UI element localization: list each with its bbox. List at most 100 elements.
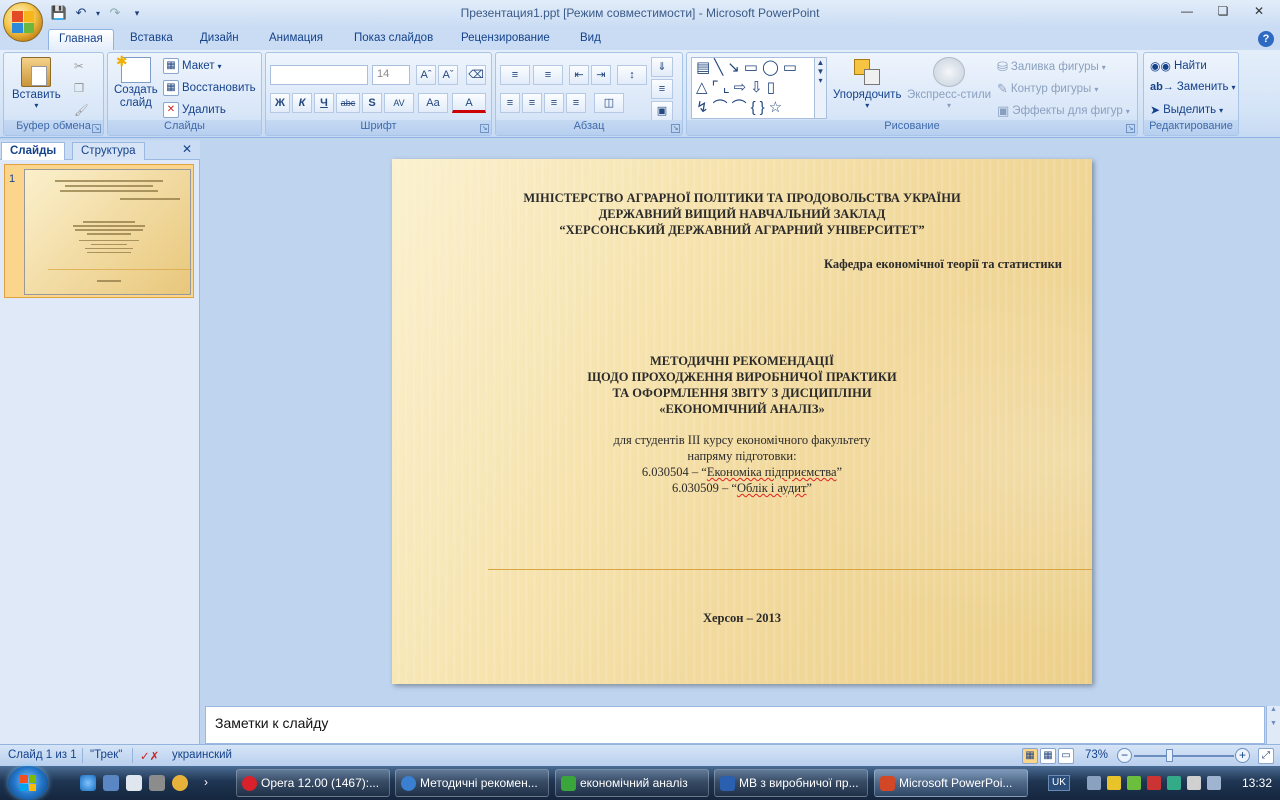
slide-canvas[interactable]: МІНІСТЕРСТВО АГРАРНОЇ ПОЛІТИКИ ТА ПРОДОВ… (392, 159, 1092, 684)
clear-format-icon[interactable]: ⌫ (466, 65, 486, 85)
quick-styles-button[interactable]: Экспресс-стили ▾ (907, 57, 991, 110)
tray-volume-icon[interactable] (1187, 776, 1201, 790)
increase-indent-icon[interactable]: ⇥ (591, 65, 611, 85)
font-color-button[interactable]: A (452, 93, 486, 113)
underline-button[interactable]: Ч (314, 93, 334, 113)
shape-fill-button[interactable]: ⛁ Заливка фигуры ▾ (997, 59, 1106, 75)
format-painter-icon[interactable]: 🖌 (74, 103, 89, 117)
replace-button[interactable]: ab→ Заменить ▾ (1150, 81, 1236, 93)
zoom-level[interactable]: 73% (1085, 749, 1108, 761)
fit-to-window-icon[interactable]: ⤢ (1258, 748, 1274, 764)
language-indicator[interactable]: UK (1048, 775, 1070, 791)
app-quicklaunch-icon[interactable] (172, 775, 188, 791)
taskbar-excel[interactable]: економічний аналіз (555, 769, 709, 797)
justify-icon[interactable]: ≡ (566, 93, 586, 113)
normal-view-icon[interactable]: ▦ (1022, 748, 1038, 764)
shadow-button[interactable]: S (362, 93, 382, 113)
font-size-box[interactable]: 14 (372, 65, 410, 85)
slide-thumbnail-item[interactable]: 1 (4, 164, 194, 298)
start-button[interactable] (8, 766, 48, 800)
zoom-out-button[interactable]: − (1117, 748, 1132, 763)
tray-alert-icon[interactable] (1147, 776, 1161, 790)
taskbar-powerpoint[interactable]: Microsoft PowerPoi... (874, 769, 1028, 797)
align-center-icon[interactable]: ≡ (522, 93, 542, 113)
grow-font-icon[interactable]: Aˆ (416, 65, 436, 85)
reset-button[interactable]: ▦ Восстановить (163, 80, 256, 96)
find-button[interactable]: ◉◉ Найти (1150, 59, 1207, 73)
new-slide-button[interactable]: ✱ Создать слайд (114, 53, 158, 109)
tab-view[interactable]: Вид (570, 29, 611, 50)
tab-slides[interactable]: Слайды (1, 142, 66, 160)
tab-review[interactable]: Рецензирование (451, 29, 560, 50)
bullets-icon[interactable]: ≡ (500, 65, 530, 85)
columns-icon[interactable]: ◫ (594, 93, 624, 113)
layout-button[interactable]: ▦ Макет ▾ (163, 58, 222, 74)
zoom-slider[interactable] (1134, 755, 1234, 757)
decrease-indent-icon[interactable]: ⇤ (569, 65, 589, 85)
slide-footer[interactable]: Херсон – 2013 (392, 610, 1092, 626)
more-quicklaunch-icon[interactable]: › (204, 775, 220, 791)
smartart-icon[interactable]: ▣ (651, 101, 673, 121)
tray-display-icon[interactable] (1207, 776, 1221, 790)
tab-design[interactable]: Дизайн (190, 29, 249, 50)
internet-explorer-icon[interactable] (80, 775, 96, 791)
bold-button[interactable]: Ж (270, 93, 290, 113)
spellcheck-icon[interactable]: ✓✗ (140, 749, 159, 763)
delete-slide-button[interactable]: ✕ Удалить (163, 102, 226, 118)
tray-app-icon[interactable] (1167, 776, 1181, 790)
media-icon[interactable] (149, 775, 165, 791)
zoom-in-button[interactable]: + (1235, 748, 1250, 763)
maximize-button[interactable]: ❏ (1206, 2, 1240, 20)
select-button[interactable]: ➤ Выделить ▾ (1150, 103, 1223, 117)
shapes-gallery[interactable]: ▤╲↘▭◯▭ △⌜⌞⇨⇩▯ ↯⌒⌒{}☆ (691, 57, 819, 119)
font-launcher-icon[interactable]: ↘ (480, 124, 489, 133)
slide-title[interactable]: МЕТОДИЧНІ РЕКОМЕНДАЦІЇ ЩОДО ПРОХОДЖЕННЯ … (392, 353, 1092, 417)
vertical-scrollbar[interactable]: ▲ ▼ (1266, 706, 1280, 744)
align-right-icon[interactable]: ≡ (544, 93, 564, 113)
char-spacing-button[interactable]: AV (384, 93, 414, 113)
office-button[interactable] (3, 2, 43, 42)
tab-home[interactable]: Главная (48, 29, 114, 50)
line-spacing-icon[interactable]: ↕ (617, 65, 647, 85)
italic-button[interactable]: К (292, 93, 312, 113)
font-name-box[interactable] (270, 65, 368, 85)
slide-header[interactable]: МІНІСТЕРСТВО АГРАРНОЇ ПОЛІТИКИ ТА ПРОДОВ… (392, 190, 1092, 238)
paragraph-launcher-icon[interactable]: ↘ (671, 124, 680, 133)
shrink-font-icon[interactable]: Aˇ (438, 65, 458, 85)
close-button[interactable]: ✕ (1242, 2, 1276, 20)
change-case-button[interactable]: Aa (418, 93, 448, 113)
shapes-scroll[interactable]: ▲ ▼ ▾ (814, 57, 827, 119)
clipboard-launcher-icon[interactable]: ↘ (92, 124, 101, 133)
taskbar-browser[interactable]: Методичні рекомен... (395, 769, 549, 797)
taskbar-word[interactable]: МВ з виробничої пр... (714, 769, 868, 797)
arrange-button[interactable]: Упорядочить ▾ (833, 57, 901, 110)
explorer-icon[interactable] (126, 775, 142, 791)
slide-subtitle[interactable]: для студентів ІІІ курсу економічного фак… (392, 432, 1092, 496)
shape-effects-button[interactable]: ▣ Эффекты для фигур ▾ (997, 103, 1130, 119)
slideshow-view-icon[interactable]: ▭ (1058, 748, 1074, 764)
numbering-icon[interactable]: ≡ (533, 65, 563, 85)
text-direction-icon[interactable]: ⇓ (651, 57, 673, 77)
align-left-icon[interactable]: ≡ (500, 93, 520, 113)
shape-outline-button[interactable]: ✎ Контур фигуры ▾ (997, 81, 1098, 97)
tray-network-icon[interactable] (1087, 776, 1101, 790)
drawing-launcher-icon[interactable]: ↘ (1126, 124, 1135, 133)
tray-android-icon[interactable] (1127, 776, 1141, 790)
tab-animation[interactable]: Анимация (259, 29, 333, 50)
show-desktop-icon[interactable] (103, 775, 119, 791)
slide-department[interactable]: Кафедра економічної теорії та статистики (824, 256, 1062, 272)
help-icon[interactable]: ? (1258, 31, 1274, 47)
tray-shield-icon[interactable] (1107, 776, 1121, 790)
clock[interactable]: 13:32 (1242, 776, 1272, 790)
taskbar-opera[interactable]: Opera 12.00 (1467):... (236, 769, 390, 797)
tab-outline[interactable]: Структура (72, 142, 145, 160)
paste-button[interactable]: Вставить ▾ (12, 57, 61, 110)
align-text-icon[interactable]: ≡ (651, 79, 673, 99)
strikethrough-button[interactable]: abc (336, 93, 360, 113)
notes-pane[interactable]: Заметки к слайду (205, 706, 1265, 744)
zoom-slider-thumb[interactable] (1166, 749, 1173, 762)
tab-slideshow[interactable]: Показ слайдов (344, 29, 443, 50)
minimize-button[interactable]: — (1170, 2, 1204, 20)
tab-insert[interactable]: Вставка (120, 29, 183, 50)
status-language[interactable]: украинский (172, 749, 232, 761)
